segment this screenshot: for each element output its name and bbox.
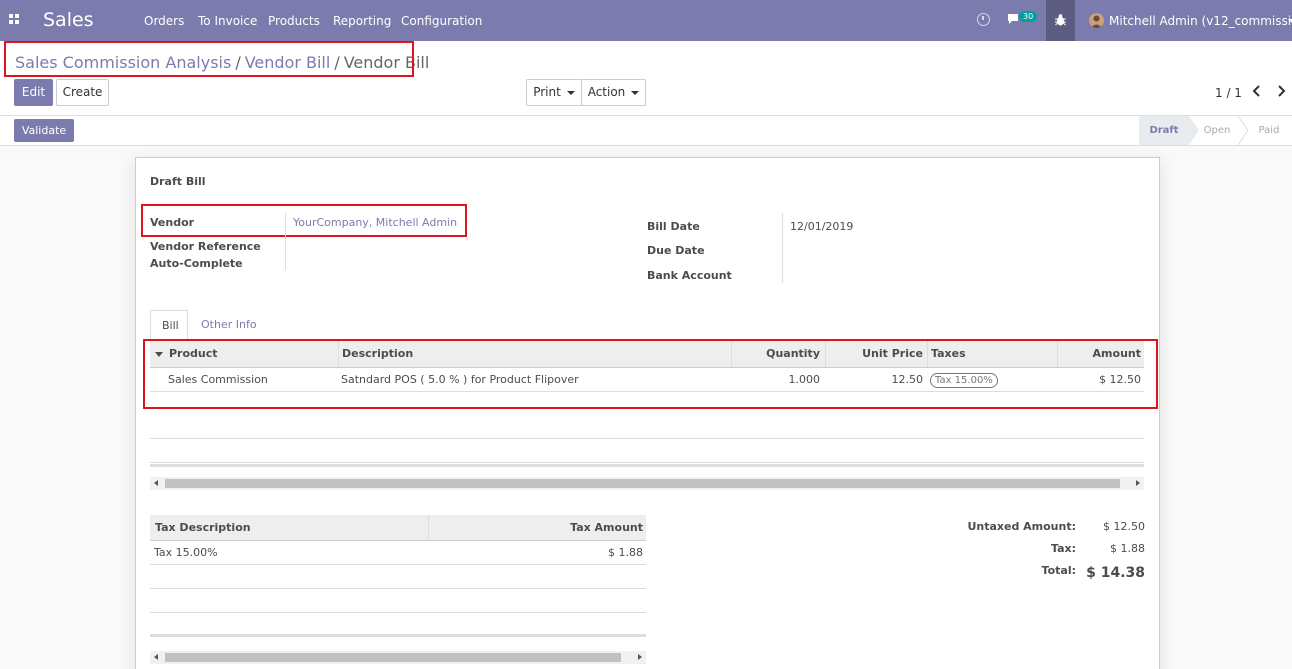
menu-to-invoice[interactable]: To Invoice	[198, 14, 257, 28]
message-count-badge: 30	[1019, 11, 1038, 22]
bill-date-label: Bill Date	[647, 220, 700, 233]
scroll-right-icon[interactable]	[638, 654, 642, 660]
caret-down-icon[interactable]	[1288, 19, 1292, 23]
status-draft: Draft	[1139, 116, 1189, 145]
print-dropdown[interactable]: Print	[526, 79, 582, 106]
status-open: Open	[1203, 125, 1231, 136]
tax-scrollbar[interactable]	[150, 651, 646, 664]
lines-scrollbar[interactable]	[150, 477, 1144, 490]
field-divider	[285, 213, 286, 270]
scrollbar-thumb[interactable]	[165, 653, 621, 662]
edit-button[interactable]: Edit	[14, 79, 53, 106]
previous-icon[interactable]	[1250, 83, 1264, 99]
empty-row	[150, 565, 646, 589]
tab-bill[interactable]: Bill	[150, 310, 188, 341]
empty-row	[150, 589, 646, 613]
create-button[interactable]: Create	[56, 79, 109, 106]
tax-table-header: Tax Description Tax Amount	[150, 515, 646, 541]
caret-down-icon	[566, 90, 575, 95]
user-menu[interactable]: Mitchell Admin (v12_commission)	[1109, 14, 1292, 28]
column-tax-amount[interactable]: Tax Amount	[570, 515, 643, 541]
untaxed-amount-value: $ 12.50	[1103, 520, 1145, 533]
menu-reporting[interactable]: Reporting	[333, 14, 391, 28]
column-tax-description[interactable]: Tax Description	[155, 515, 251, 541]
control-panel: Sales Commission Analysis / Vendor Bill / Ve…	[0, 41, 1292, 116]
table-footer	[150, 613, 646, 637]
top-navbar: Sales Orders To Invoice Products Reporti…	[0, 0, 1292, 41]
scroll-left-icon[interactable]	[154, 480, 158, 486]
total-label: Total:	[1041, 564, 1076, 577]
status-bar: Validate Draft Open Paid	[0, 116, 1292, 146]
vendor-highlight	[141, 204, 467, 237]
debug-mode-button[interactable]	[1046, 0, 1075, 41]
form-sheet: Draft Bill Vendor YourCompany, Mitchell …	[135, 157, 1160, 669]
user-avatar[interactable]	[1089, 13, 1104, 28]
table-footer	[150, 463, 1144, 467]
vendor-reference-label: Vendor Reference	[150, 240, 261, 253]
field-divider	[782, 213, 783, 283]
scrollbar-thumb[interactable]	[165, 479, 1120, 488]
status-paid: Paid	[1258, 125, 1280, 136]
scroll-right-icon[interactable]	[1136, 480, 1140, 486]
empty-row	[150, 439, 1144, 463]
action-dropdown[interactable]: Action	[581, 79, 646, 106]
tax-value: $ 1.88	[1110, 542, 1145, 555]
empty-row	[150, 415, 1144, 439]
scroll-left-icon[interactable]	[154, 654, 158, 660]
column-separator	[428, 515, 429, 541]
total-value: $ 14.38	[1086, 565, 1145, 581]
auto-complete-label: Auto-Complete	[150, 257, 243, 270]
print-label: Print	[533, 85, 561, 99]
menu-orders[interactable]: Orders	[144, 14, 184, 28]
tab-other-info[interactable]: Other Info	[190, 310, 268, 341]
app-title: Sales	[43, 9, 94, 31]
action-label: Action	[587, 85, 626, 99]
tax-description-cell: Tax 15.00%	[154, 546, 218, 559]
table-row[interactable]: Tax 15.00% $ 1.88	[150, 541, 646, 565]
breadcrumb-highlight	[4, 41, 414, 77]
form-title: Draft Bill	[150, 175, 206, 188]
bug-icon	[1055, 14, 1066, 26]
bank-account-label: Bank Account	[647, 269, 732, 282]
apps-icon[interactable]	[9, 14, 20, 25]
menu-products[interactable]: Products	[268, 14, 320, 28]
tax-amount-cell: $ 1.88	[608, 546, 643, 559]
tax-label: Tax:	[1050, 542, 1076, 555]
due-date-label: Due Date	[647, 244, 705, 257]
bill-date-field[interactable]: 12/01/2019	[790, 220, 853, 233]
clock-icon[interactable]	[977, 13, 990, 26]
caret-down-icon	[631, 90, 640, 95]
next-icon[interactable]	[1274, 83, 1288, 99]
lines-highlight	[143, 339, 1158, 409]
menu-configuration[interactable]: Configuration	[401, 14, 482, 28]
untaxed-amount-label: Untaxed Amount:	[967, 520, 1076, 533]
pager-value[interactable]: 1 / 1	[1215, 86, 1242, 100]
validate-button[interactable]: Validate	[14, 119, 74, 142]
